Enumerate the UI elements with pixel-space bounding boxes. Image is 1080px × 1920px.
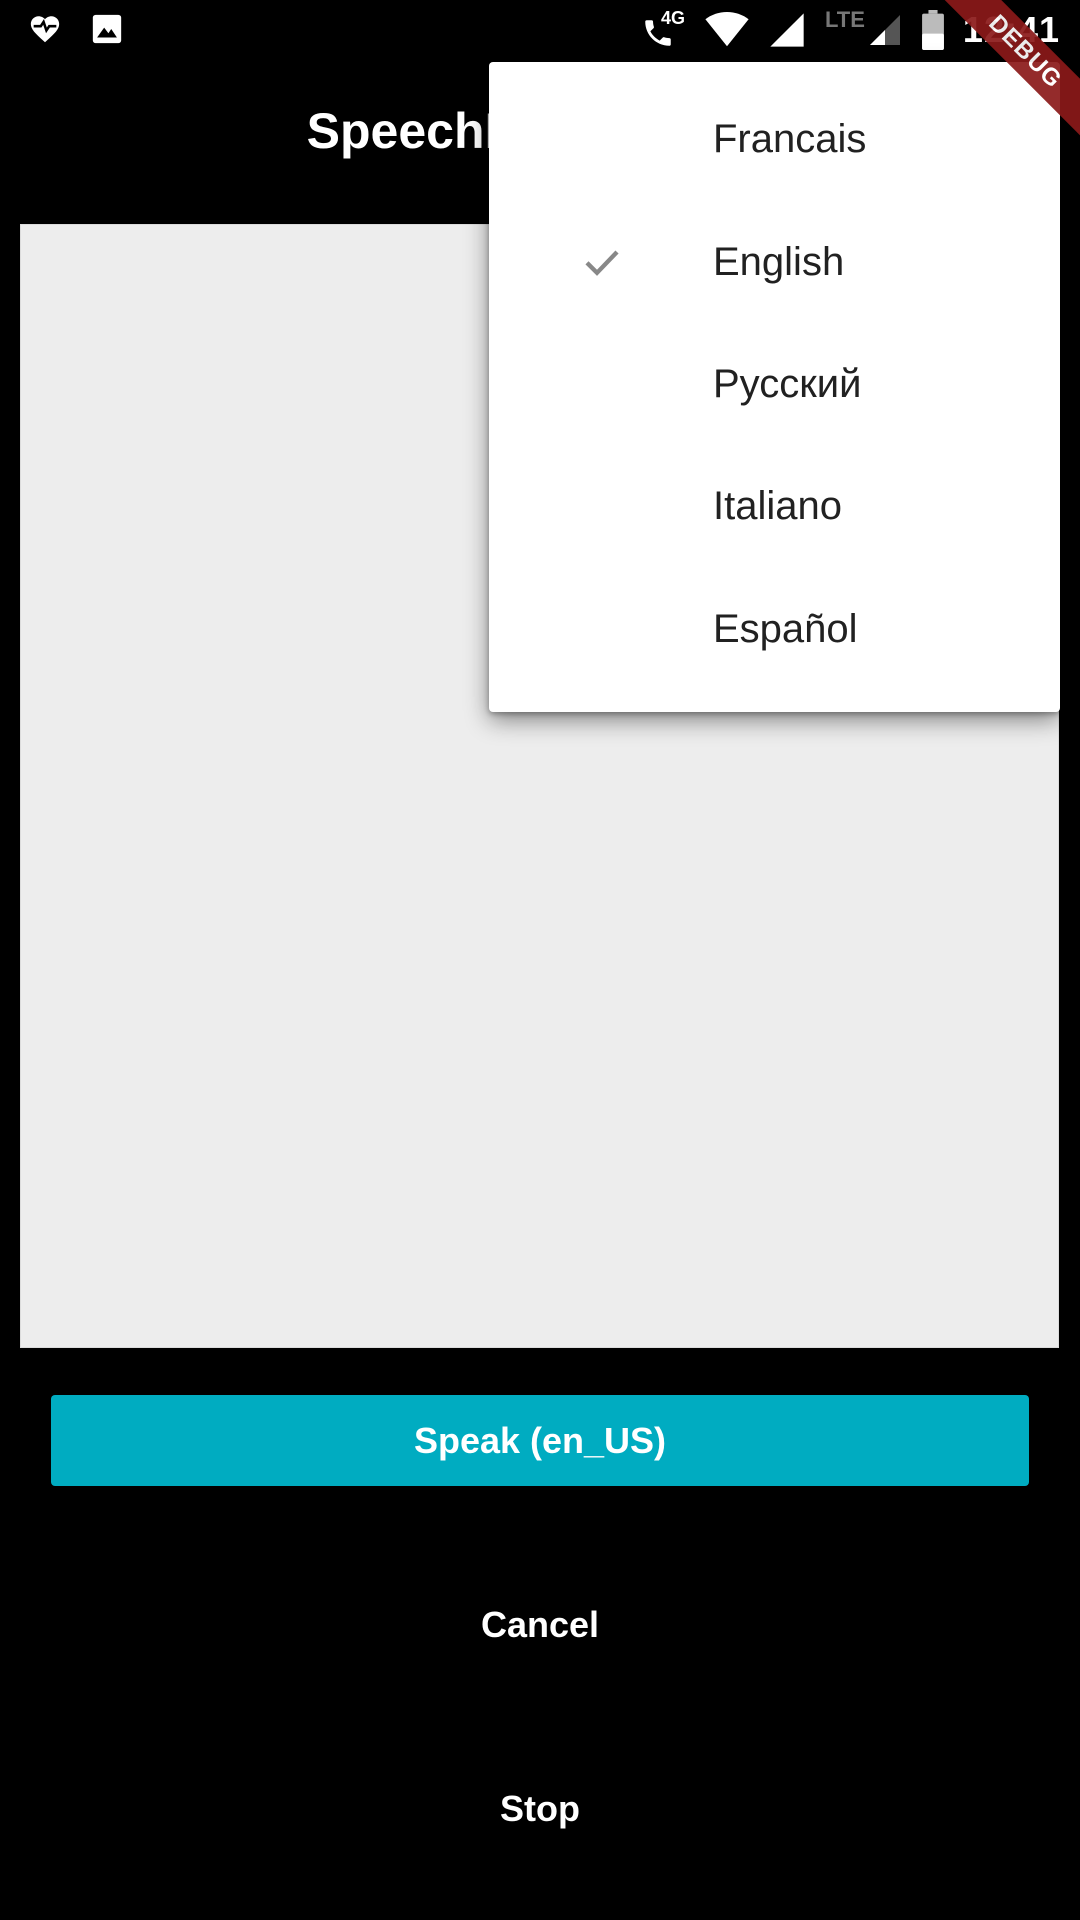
network-type-label: 4G [661,8,686,28]
battery-icon [922,10,944,50]
speak-button[interactable]: Speak (en_US) [51,1395,1029,1486]
menu-item-label: Español [713,606,858,651]
call-icon-group: 4G [641,8,687,52]
check-icon [585,250,619,276]
signal-weak-icon [869,15,900,45]
wifi-icon [705,12,749,47]
image-icon [92,14,122,44]
menu-item-label: Francais [713,116,867,161]
menu-item-russian[interactable]: Русский [489,323,1060,445]
cancel-button[interactable]: Cancel [0,1580,1080,1670]
signal-icon [770,13,804,47]
menu-item-espanol[interactable]: Español [489,568,1060,690]
menu-item-english[interactable]: English [489,201,1060,323]
heart-pulse-icon [30,16,60,43]
status-bar: 4G LTE 12:41 [0,0,1080,62]
status-bar-left [28,12,124,46]
lte-label: LTE [825,7,865,32]
menu-item-label: Русский [713,361,862,406]
menu-item-label: Italiano [713,483,842,528]
language-menu: Francais English Русский Italiano Españo… [489,62,1060,712]
menu-item-label: English [713,239,845,284]
stop-button[interactable]: Stop [0,1764,1080,1854]
menu-item-francais[interactable]: Francais [489,78,1060,200]
menu-item-italiano[interactable]: Italiano [489,445,1060,567]
